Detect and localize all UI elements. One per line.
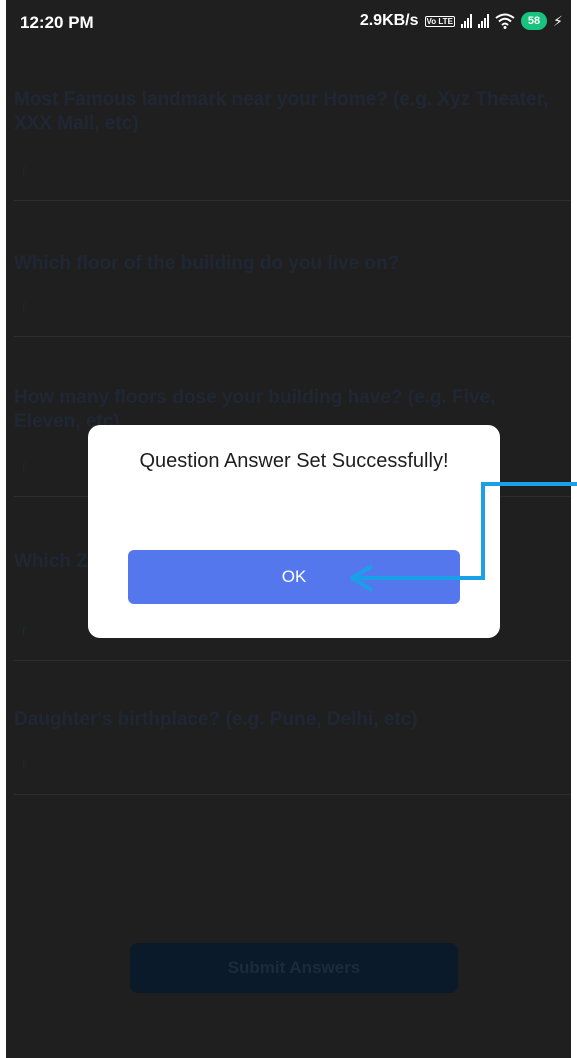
dialog-message: Question Answer Set Successfully! [139,450,449,472]
question-text: Most Famous landmark near your Home? (e.… [14,89,549,134]
battery-icon: 58 [520,12,548,30]
question-text: Daughter's birthplace? (e.g. Pune, Delhi… [14,709,418,730]
answer-field[interactable]: r [22,162,27,179]
lightning-icon: ⚡ [553,12,563,29]
phone-screen: 12:20 PM 2.9KB/s Vo LTE 58 ⚡ Most Famous… [6,0,571,1058]
answer-field[interactable]: r [22,756,27,773]
divider [14,336,571,337]
question-text: Which floor of the building do you live … [14,253,400,274]
divider [14,660,571,661]
wifi-icon [495,13,515,29]
signal-icon-2 [477,14,489,28]
volte-icon: Vo LTE [424,15,455,27]
divider [14,794,571,795]
status-bar: 12:20 PM 2.9KB/s Vo LTE 58 ⚡ [6,0,571,50]
network-speed: 2.9KB/s [359,12,419,29]
submit-answers-button[interactable]: Submit Answers [130,943,458,993]
success-dialog: Question Answer Set Successfully! OK [88,425,500,638]
answer-field[interactable]: r [22,622,27,639]
divider [14,200,571,201]
signal-icon [460,14,472,28]
status-icons: 2.9KB/s Vo LTE 58 ⚡ [360,12,563,30]
answer-field[interactable]: r [22,458,27,475]
answer-field[interactable]: r [22,298,27,315]
ok-button[interactable]: OK [128,550,460,604]
status-time: 12:20 PM [20,13,94,32]
